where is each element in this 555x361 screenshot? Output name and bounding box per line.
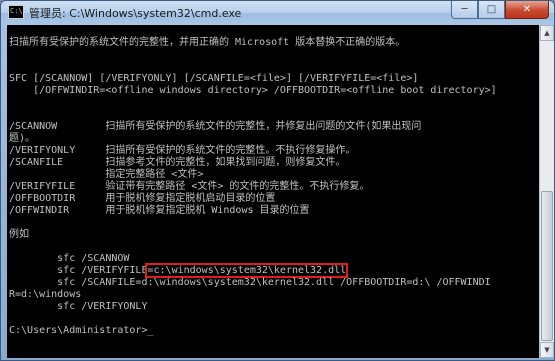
console-line: /SCANFILE 扫描参考文件的完整性，如果找到问题，则修复文件。 xyxy=(9,157,346,168)
console-line: sfc /VERIFYONLY xyxy=(9,301,148,312)
cmd-window: 管理员: C:\Windows\system32\cmd.exe ─ □ ✕ 扫… xyxy=(0,0,555,361)
console-line: 题)。 xyxy=(9,133,36,144)
console-line: sfc /SCANFILE=d:\windows\system32\kernel… xyxy=(9,277,491,288)
console-line: 例如 xyxy=(9,229,29,240)
console-line: sfc /SCANNOW xyxy=(9,253,130,264)
console-output[interactable]: 扫描所有受保护的系统文件的完整性，并用正确的 Microsoft 版本替换不正确… xyxy=(7,25,539,358)
highlighted-path: =c:\windows\system32\kernel32.dll xyxy=(145,263,349,278)
window-title: 管理员: C:\Windows\system32\cmd.exe xyxy=(29,7,242,20)
console-line-verifyfile: sfc /VERIFYFILE=c:\windows\system32\kern… xyxy=(9,263,349,278)
maximize-button[interactable]: □ xyxy=(478,1,505,19)
console-line: /OFFWINDIR 用于脱机修复指定脱机 Windows 目录的位置 xyxy=(9,205,310,216)
verifyfile-command: sfc /VERIFYFILE xyxy=(9,265,148,276)
scrollbar-thumb[interactable] xyxy=(541,191,553,341)
vertical-scrollbar[interactable]: ▲ ▼ xyxy=(539,25,554,358)
command-prompt[interactable]: C:\Users\Administrator>_ xyxy=(9,325,154,337)
console-line: 指定完整路径 <文件> xyxy=(9,169,204,180)
console-line: /VERIFYFILE 验证带有完整路径 <文件> 的文件的完整性。不执行修复。 xyxy=(9,181,370,192)
close-button[interactable]: ✕ xyxy=(505,1,549,19)
console-line: [/OFFWINDIR=<offline windows directory> … xyxy=(9,85,497,96)
title-bar[interactable]: 管理员: C:\Windows\system32\cmd.exe ─ □ ✕ xyxy=(1,1,554,25)
scroll-up-icon[interactable]: ▲ xyxy=(540,25,554,41)
console-line: 扫描所有受保护的系统文件的完整性，并用正确的 Microsoft 版本替换不正确… xyxy=(9,37,406,48)
scroll-down-icon[interactable]: ▼ xyxy=(540,342,554,358)
window-controls: ─ □ ✕ xyxy=(451,1,549,20)
console-line: /SCANNOW 扫描所有受保护的系统文件的完整性，并修复出问题的文件(如果出现… xyxy=(9,121,422,132)
minimize-button[interactable]: ─ xyxy=(451,1,478,19)
console-line: SFC [/SCANNOW] [/VERIFYONLY] [/SCANFILE=… xyxy=(9,73,419,84)
cmd-app-icon[interactable] xyxy=(8,5,24,19)
console-line: R=d:\windows xyxy=(9,289,82,300)
console-line: /OFFBOOTDIR 用于脱机修复指定脱机启动目录的位置 xyxy=(9,193,276,204)
console-line: /VERIFYONLY 扫描所有受保护的系统文件的完整性。不执行修复操作。 xyxy=(9,145,356,156)
